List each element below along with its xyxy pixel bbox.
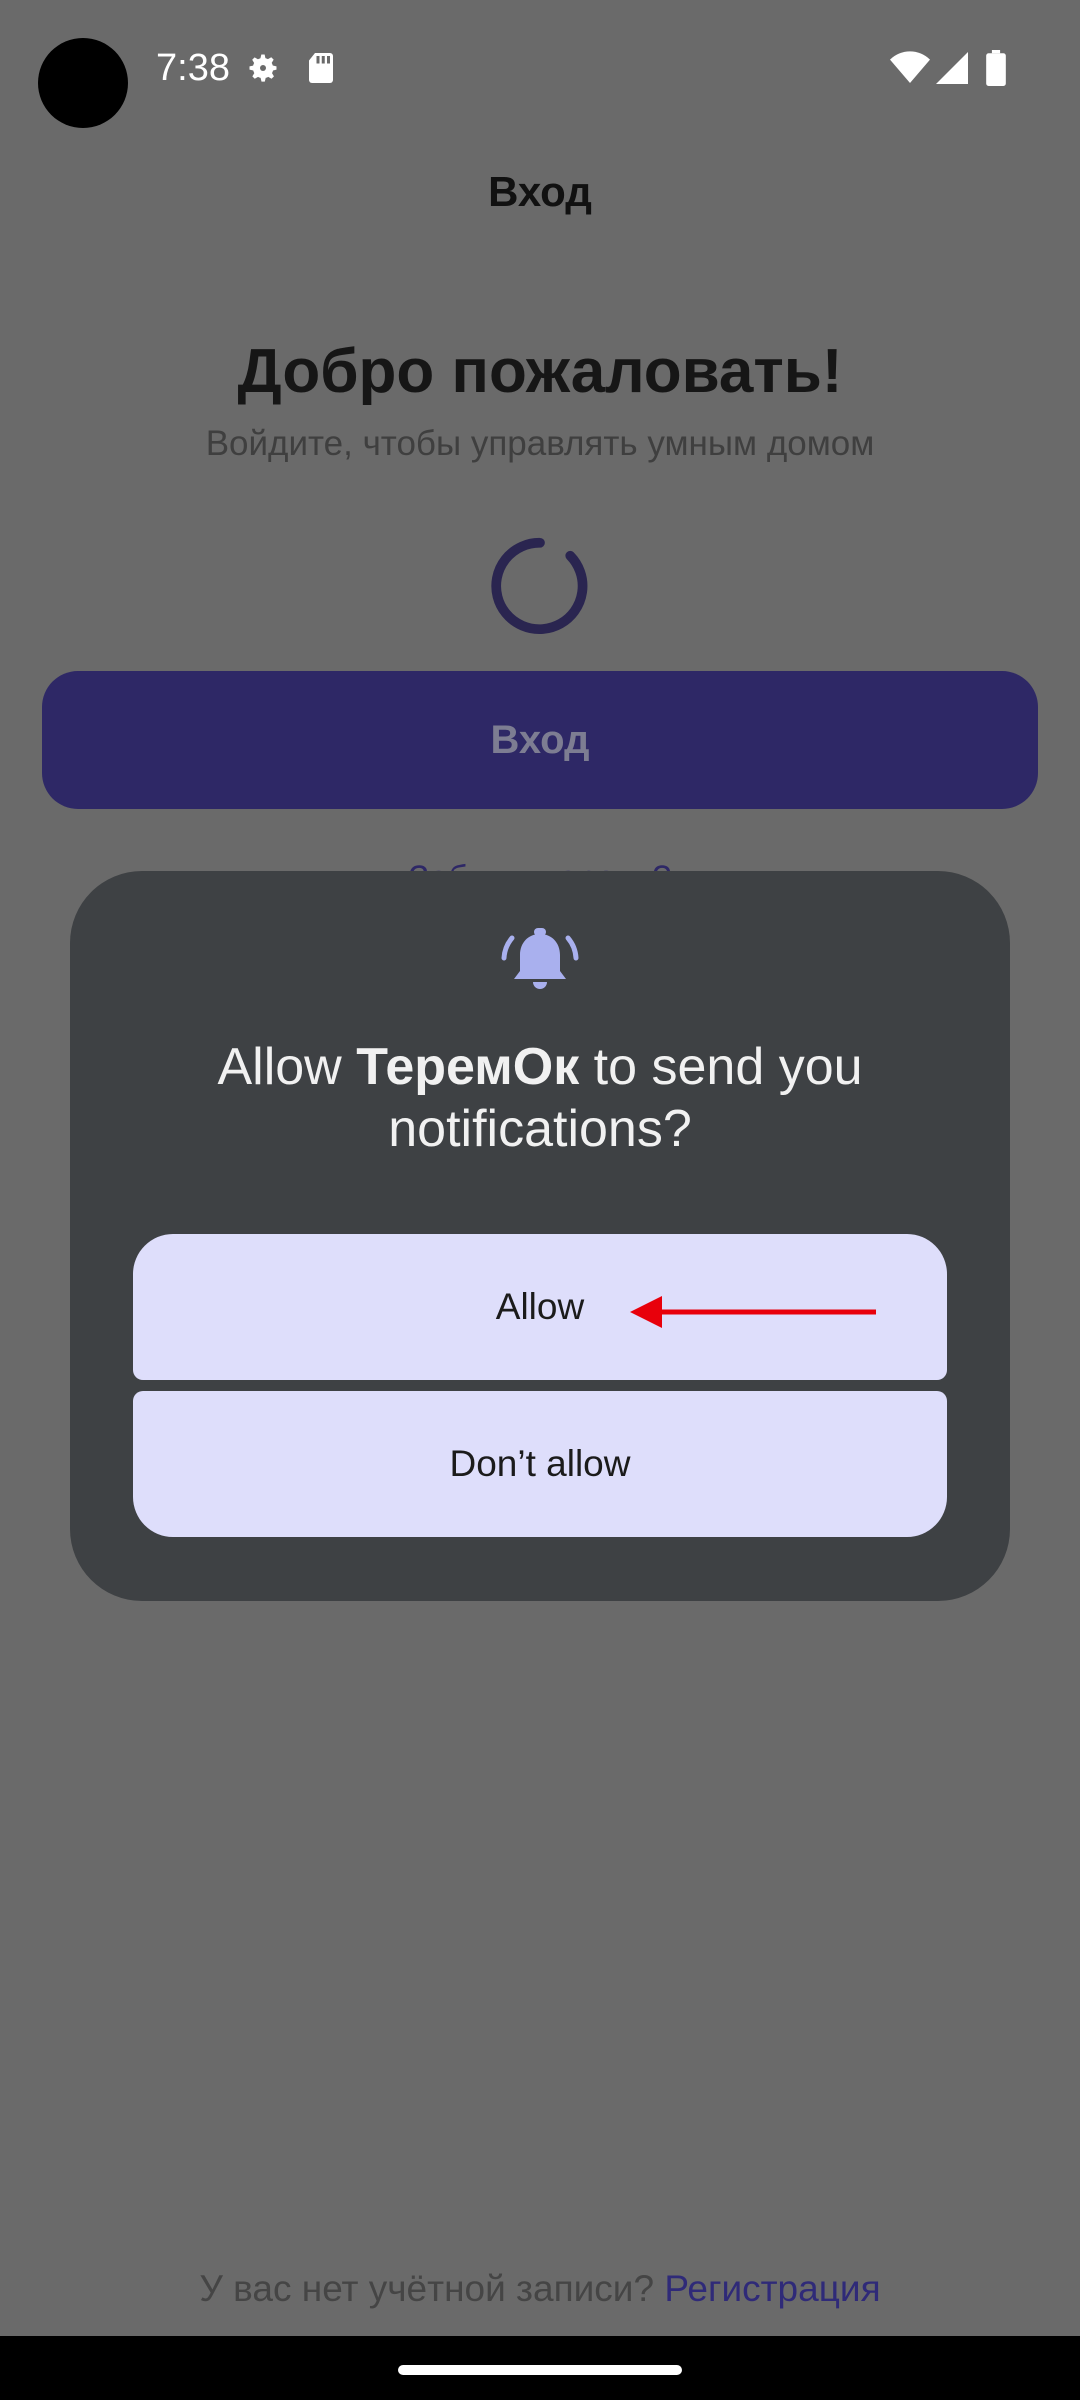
loading-spinner (491, 537, 588, 635)
register-link[interactable]: Регистрация (664, 2268, 880, 2309)
sd-card-icon (309, 53, 333, 83)
settings-icon (249, 54, 277, 82)
app-bar-title: Вход (488, 168, 592, 215)
red-arrow-annotation (630, 1296, 876, 1328)
allow-button-label: Allow (495, 1286, 585, 1327)
signal-icon (936, 52, 968, 84)
welcome-heading: Добро пожаловать! (237, 337, 843, 406)
welcome-subtitle: Войдите, чтобы управлять умным домом (205, 424, 875, 463)
wifi-icon (890, 51, 930, 83)
permission-dialog-title: Allow ТеремОк to send you notifications? (150, 1036, 930, 1160)
bell-icon (501, 928, 579, 989)
camera-cutout (38, 38, 128, 128)
dont-allow-button[interactable]: Don’t allow (133, 1391, 947, 1537)
battery-icon (986, 50, 1006, 86)
dont-allow-button-label: Don’t allow (449, 1443, 631, 1484)
register-row: У вас нет учётной записи? Регистрация (0, 2268, 1080, 2310)
app-name: ТеремОк (356, 1038, 580, 1096)
title-prefix: Allow (217, 1038, 357, 1096)
no-account-text: У вас нет учётной записи? (199, 2268, 655, 2309)
status-time: 7:38 (156, 47, 230, 89)
home-gesture-handle[interactable] (398, 2365, 682, 2375)
login-button[interactable]: Вход (42, 671, 1038, 809)
